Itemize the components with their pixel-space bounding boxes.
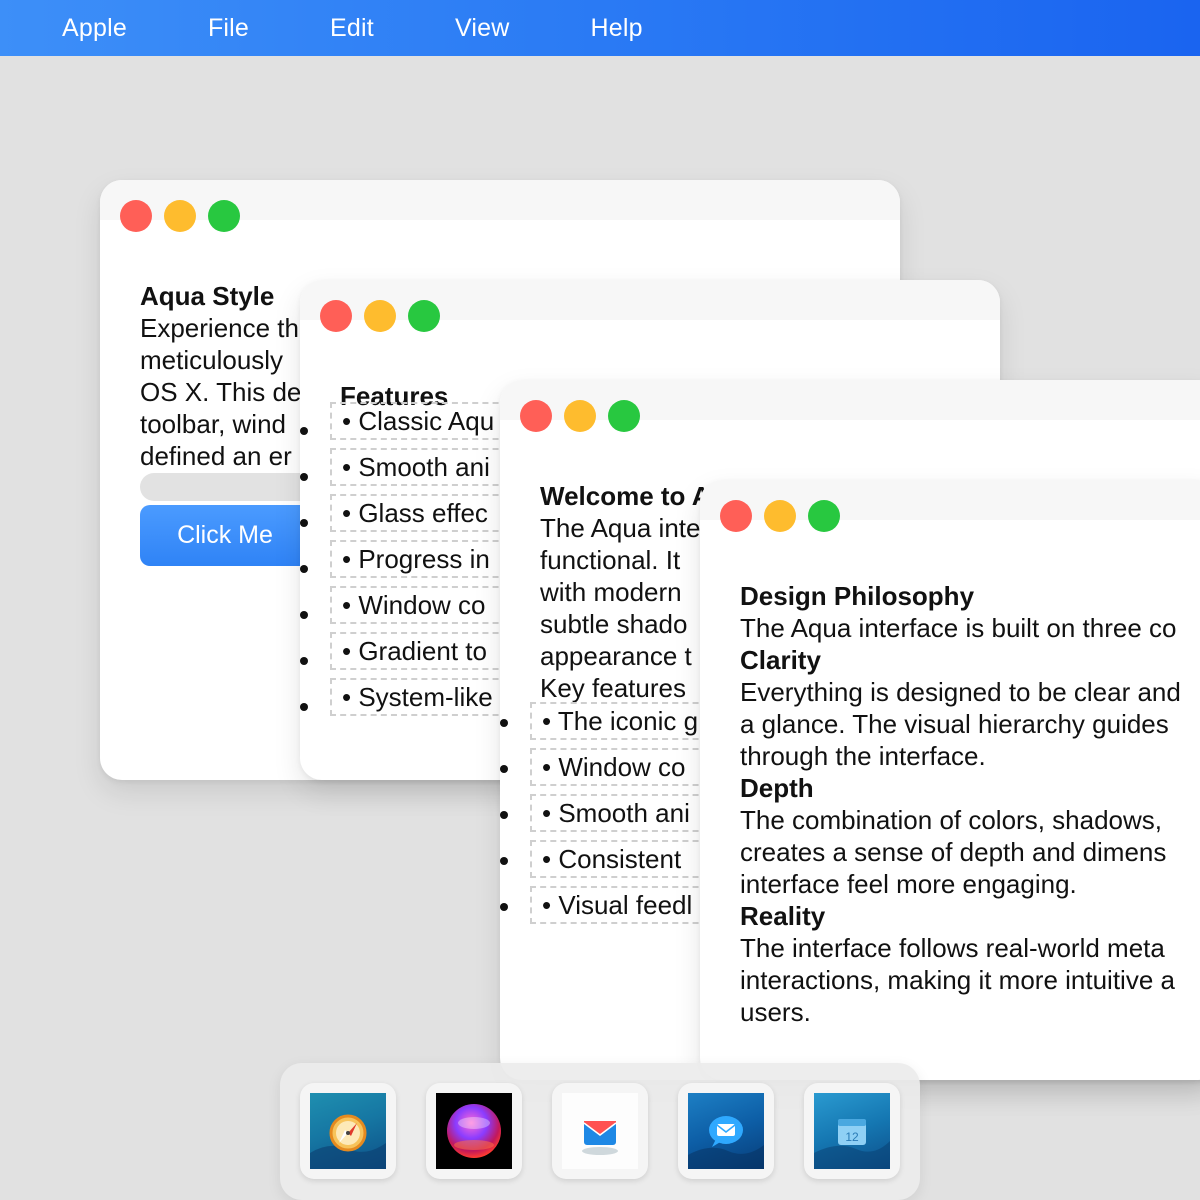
section-heading: Clarity (740, 645, 821, 675)
zoom-button[interactable] (808, 500, 840, 532)
body-line: interface feel more engaging. (740, 869, 1077, 899)
dock-app-messages[interactable] (678, 1083, 774, 1179)
window-content: Welcome to A The Aqua inte functional. I… (540, 480, 710, 704)
mail-icon (562, 1093, 638, 1169)
window-heading: Design Philosophy (740, 581, 975, 611)
minimize-button[interactable] (764, 500, 796, 532)
safari-icon (310, 1093, 386, 1169)
section-heading: Depth (740, 773, 814, 803)
dock-app-calendar[interactable]: 12 (804, 1083, 900, 1179)
zoom-button[interactable] (408, 300, 440, 332)
body-line: The combination of colors, shadows, (740, 805, 1162, 835)
dock: 12 (280, 1063, 920, 1200)
window-titlebar[interactable] (100, 180, 900, 232)
calendar-day: 12 (845, 1130, 859, 1144)
body-line: subtle shado (540, 609, 688, 639)
window-titlebar[interactable] (700, 480, 1200, 532)
body-line: Key features (540, 673, 686, 703)
menu-bar: Apple File Edit View Help (0, 0, 1200, 56)
list-bullet (300, 427, 308, 435)
window-heading: Aqua Style (140, 281, 275, 311)
minimize-button[interactable] (364, 300, 396, 332)
body-line: Experience th (140, 313, 299, 343)
zoom-button[interactable] (608, 400, 640, 432)
minimize-button[interactable] (564, 400, 596, 432)
close-button[interactable] (320, 300, 352, 332)
body-line: toolbar, wind (140, 409, 286, 439)
body-line: with modern (540, 577, 682, 607)
body-line: users. (740, 997, 811, 1027)
list-bullet (500, 719, 508, 727)
body-line: through the interface. (740, 741, 986, 771)
dock-app-photo-booth[interactable] (426, 1083, 522, 1179)
body-line: The Aqua interface is built on three co (740, 613, 1177, 643)
window-content: Aqua Style Experience th meticulously OS… (140, 280, 301, 472)
list-bullet (300, 611, 308, 619)
dock-app-mail[interactable] (552, 1083, 648, 1179)
close-button[interactable] (520, 400, 552, 432)
body-line: interactions, making it more intuitive a (740, 965, 1175, 995)
section-heading: Reality (740, 901, 826, 931)
body-line: OS X. This de (140, 377, 302, 407)
list-bullet (500, 903, 508, 911)
list-bullet (300, 703, 308, 711)
list-bullet (500, 811, 508, 819)
body-line: The interface follows real-world meta (740, 933, 1165, 963)
menu-file[interactable]: File (208, 14, 249, 43)
menu-help[interactable]: Help (590, 14, 642, 43)
body-line: defined an er (140, 441, 292, 471)
click-me-button[interactable]: Click Me (140, 505, 310, 566)
body-line: creates a sense of depth and dimens (740, 837, 1167, 867)
list-bullet (500, 857, 508, 865)
menu-edit[interactable]: Edit (330, 14, 374, 43)
body-line: appearance t (540, 641, 692, 671)
body-line: meticulously (140, 345, 284, 375)
dock-app-safari[interactable] (300, 1083, 396, 1179)
list-bullet (300, 657, 308, 665)
calendar-icon: 12 (814, 1093, 890, 1169)
close-button[interactable] (120, 200, 152, 232)
window-content: Design Philosophy The Aqua interface is … (740, 580, 1181, 1028)
list-bullet (300, 519, 308, 527)
window-titlebar[interactable] (500, 380, 1200, 432)
minimize-button[interactable] (164, 200, 196, 232)
list-bullet (300, 473, 308, 481)
window-heading: Welcome to A (540, 481, 711, 511)
list-bullet (500, 765, 508, 773)
body-line: a glance. The visual hierarchy guides (740, 709, 1169, 739)
list-bullet (300, 565, 308, 573)
window-titlebar[interactable] (300, 280, 1000, 332)
menu-apple[interactable]: Apple (62, 14, 127, 43)
close-button[interactable] (720, 500, 752, 532)
body-line: The Aqua inte (540, 513, 701, 543)
photo-booth-icon (436, 1093, 512, 1169)
body-line: functional. It (540, 545, 681, 575)
messages-icon (688, 1093, 764, 1169)
body-line: Everything is designed to be clear and (740, 677, 1181, 707)
design-philosophy-window: Design Philosophy The Aqua interface is … (700, 480, 1200, 1080)
menu-view[interactable]: View (455, 14, 510, 43)
zoom-button[interactable] (208, 200, 240, 232)
